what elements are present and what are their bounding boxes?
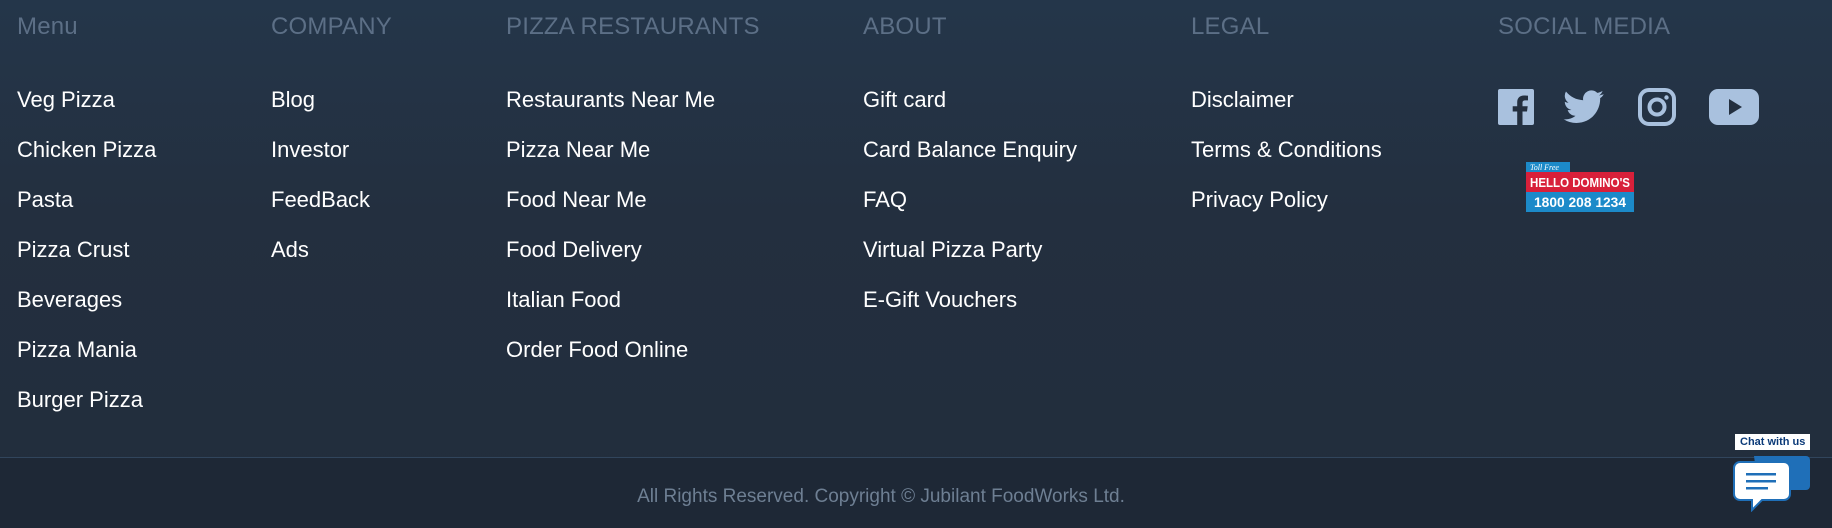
social-icons	[1498, 88, 1759, 131]
menu-link-pizza-mania[interactable]: Pizza Mania	[17, 336, 156, 386]
toll-free-badge[interactable]: Toll Free HELLO DOMINO'S 1800 208 1234	[1526, 162, 1634, 212]
restaurant-link-pizza-near-me[interactable]: Pizza Near Me	[506, 136, 715, 186]
restaurant-link-order-food-online[interactable]: Order Food Online	[506, 336, 715, 386]
column-heading-pizza-restaurants: PIZZA RESTAURANTS	[506, 13, 760, 40]
menu-link-chicken-pizza[interactable]: Chicken Pizza	[17, 136, 156, 186]
chat-button[interactable]	[1732, 456, 1810, 513]
menu-link-pasta[interactable]: Pasta	[17, 186, 156, 236]
toll-free-title: HELLO DOMINO'S	[1530, 175, 1630, 190]
restaurant-link-restaurants-near-me[interactable]: Restaurants Near Me	[506, 86, 715, 136]
legal-link-disclaimer[interactable]: Disclaimer	[1191, 86, 1382, 136]
company-link-blog[interactable]: Blog	[271, 86, 370, 136]
chat-bubble-icon	[1733, 456, 1810, 513]
column-heading-about: ABOUT	[863, 13, 947, 40]
column-heading-company: COMPANY	[271, 13, 392, 40]
menu-link-veg-pizza[interactable]: Veg Pizza	[17, 86, 156, 136]
menu-link-burger-pizza[interactable]: Burger Pizza	[17, 386, 156, 436]
menu-links: Veg Pizza Chicken Pizza Pasta Pizza Crus…	[17, 86, 156, 436]
chat-label[interactable]: Chat with us	[1735, 434, 1811, 450]
company-link-feedback[interactable]: FeedBack	[271, 186, 370, 236]
instagram-icon[interactable]	[1638, 88, 1676, 131]
restaurant-links: Restaurants Near Me Pizza Near Me Food N…	[506, 86, 715, 386]
company-links: Blog Investor FeedBack Ads	[271, 86, 370, 286]
about-link-card-balance-enquiry[interactable]: Card Balance Enquiry	[863, 136, 1077, 186]
menu-link-beverages[interactable]: Beverages	[17, 286, 156, 336]
restaurant-link-food-delivery[interactable]: Food Delivery	[506, 236, 715, 286]
toll-free-tag: Toll Free	[1530, 163, 1559, 172]
restaurant-link-italian-food[interactable]: Italian Food	[506, 286, 715, 336]
legal-links: Disclaimer Terms & Conditions Privacy Po…	[1191, 86, 1382, 236]
column-heading-menu: Menu	[17, 13, 78, 40]
column-heading-legal: LEGAL	[1191, 13, 1270, 40]
menu-link-pizza-crust[interactable]: Pizza Crust	[17, 236, 156, 286]
about-link-virtual-pizza-party[interactable]: Virtual Pizza Party	[863, 236, 1077, 286]
copyright-text: All Rights Reserved. Copyright © Jubilan…	[637, 486, 1125, 507]
restaurant-link-food-near-me[interactable]: Food Near Me	[506, 186, 715, 236]
legal-link-terms-conditions[interactable]: Terms & Conditions	[1191, 136, 1382, 186]
about-links: Gift card Card Balance Enquiry FAQ Virtu…	[863, 86, 1077, 336]
column-heading-social-media: SOCIAL MEDIA	[1498, 13, 1671, 40]
about-link-e-gift-vouchers[interactable]: E-Gift Vouchers	[863, 286, 1077, 336]
toll-free-number: 1800 208 1234	[1534, 194, 1626, 210]
youtube-icon[interactable]	[1709, 89, 1759, 130]
facebook-icon[interactable]	[1498, 89, 1534, 130]
twitter-icon[interactable]	[1563, 90, 1605, 129]
company-link-ads[interactable]: Ads	[271, 236, 370, 286]
about-link-faq[interactable]: FAQ	[863, 186, 1077, 236]
company-link-investor[interactable]: Investor	[271, 136, 370, 186]
legal-link-privacy-policy[interactable]: Privacy Policy	[1191, 186, 1382, 236]
about-link-gift-card[interactable]: Gift card	[863, 86, 1077, 136]
